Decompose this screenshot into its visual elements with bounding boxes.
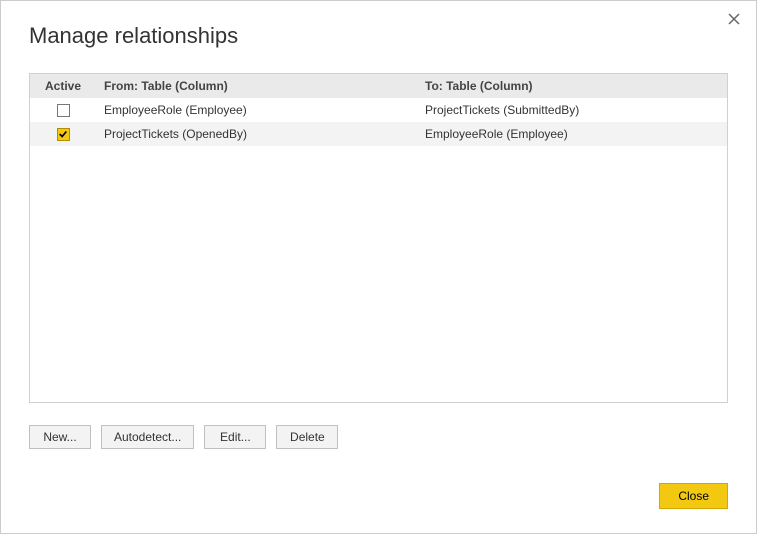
header-active: Active (30, 74, 96, 98)
active-checkbox[interactable] (57, 104, 70, 117)
close-icon[interactable] (726, 11, 742, 27)
cell-to: ProjectTickets (SubmittedBy) (417, 98, 727, 122)
new-button[interactable]: New... (29, 425, 91, 449)
cell-to: EmployeeRole (Employee) (417, 122, 727, 146)
header-to: To: Table (Column) (417, 74, 727, 98)
edit-button[interactable]: Edit... (204, 425, 266, 449)
manage-relationships-dialog: Manage relationships Active From: Table … (0, 0, 757, 534)
cell-from: ProjectTickets (OpenedBy) (96, 122, 417, 146)
relationships-table: Active From: Table (Column) To: Table (C… (29, 73, 728, 403)
table-header: Active From: Table (Column) To: Table (C… (30, 74, 727, 98)
table-body: EmployeeRole (Employee) ProjectTickets (… (30, 98, 727, 402)
dialog-title: Manage relationships (1, 1, 756, 49)
dialog-content: Active From: Table (Column) To: Table (C… (1, 49, 756, 473)
header-from: From: Table (Column) (96, 74, 417, 98)
action-buttons: New... Autodetect... Edit... Delete (29, 403, 728, 449)
table-row[interactable]: ProjectTickets (OpenedBy) EmployeeRole (… (30, 122, 727, 146)
active-checkbox[interactable] (57, 128, 70, 141)
dialog-footer: Close (1, 473, 756, 533)
close-button[interactable]: Close (659, 483, 728, 509)
autodetect-button[interactable]: Autodetect... (101, 425, 194, 449)
delete-button[interactable]: Delete (276, 425, 338, 449)
cell-from: EmployeeRole (Employee) (96, 98, 417, 122)
table-row[interactable]: EmployeeRole (Employee) ProjectTickets (… (30, 98, 727, 122)
